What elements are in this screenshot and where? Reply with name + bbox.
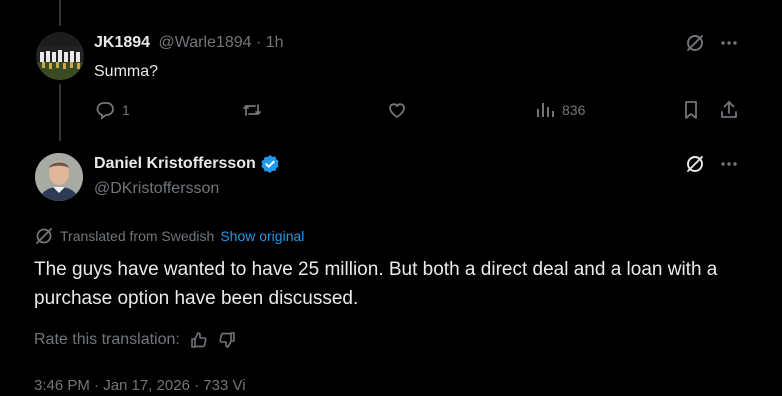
rate-label: Rate this translation: (34, 331, 180, 348)
views-icon (534, 99, 556, 121)
reply-time[interactable]: 1h (266, 34, 284, 51)
post-text: The guys have wanted to have 25 million.… (34, 259, 718, 309)
rate-translation: Rate this translation: (34, 329, 236, 351)
thread-line (59, 0, 61, 26)
main-header: Daniel Kristoffersson (94, 153, 280, 175)
reply-text: Summa? (94, 63, 159, 80)
translated-label: Translated from Swedish (60, 228, 215, 244)
show-original-link[interactable]: Show original (220, 226, 304, 246)
bookmark-button[interactable] (680, 99, 702, 121)
retweet-icon (241, 99, 263, 121)
verified-badge-icon[interactable] (260, 154, 280, 174)
thumbs-down-icon[interactable] (218, 331, 236, 349)
reply-icon (94, 99, 116, 121)
post-timestamp-footer[interactable]: 3:46 PM · Jan 17, 2026 · 733 Vi (34, 376, 246, 396)
translation-info: Translated from Swedish Show original (34, 226, 304, 246)
reply-handle[interactable]: @Warle1894 (159, 34, 252, 51)
grok-icon[interactable] (684, 32, 706, 54)
more-icon[interactable] (718, 153, 740, 175)
thread-line (59, 84, 61, 141)
share-button[interactable] (718, 99, 740, 121)
reply-separator: · (255, 34, 262, 51)
reply-avatar[interactable] (36, 32, 84, 80)
like-button[interactable] (386, 99, 408, 121)
thumbs-up-icon[interactable] (190, 331, 208, 349)
views-button[interactable]: 836 (534, 99, 585, 121)
main-handle[interactable]: @DKristoffersson (94, 179, 219, 199)
main-avatar[interactable] (35, 153, 83, 201)
more-icon[interactable] (718, 32, 740, 54)
grok-icon[interactable] (684, 153, 706, 175)
reply-count: 1 (122, 102, 130, 118)
views-count: 836 (562, 102, 586, 118)
retweet-button[interactable] (241, 99, 263, 121)
like-icon (386, 99, 408, 121)
main-display-name[interactable]: Daniel Kristoffersson (94, 153, 256, 175)
translate-icon (34, 226, 54, 246)
reply-display-name[interactable]: JK1894 (94, 34, 150, 51)
reply-header: JK1894 @Warle1894 · 1h (94, 33, 284, 53)
share-icon (718, 99, 740, 121)
reply-button[interactable]: 1 (94, 99, 130, 121)
bookmark-icon (680, 99, 702, 121)
